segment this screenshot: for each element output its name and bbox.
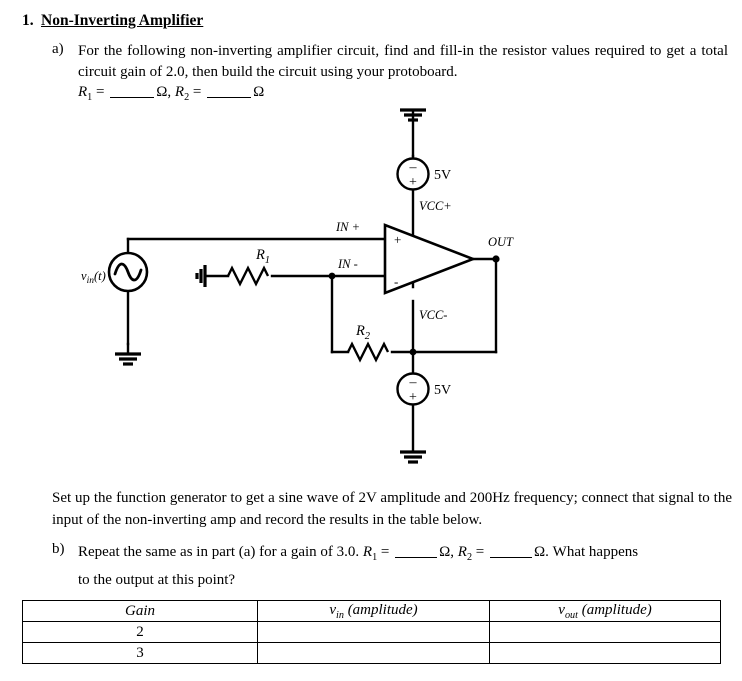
part-a-r1-ohm: Ω <box>156 84 168 100</box>
question-number: 1. <box>22 12 34 29</box>
resistor-r1-symbol <box>226 265 270 287</box>
worksheet-page: 1. Non-Inverting Amplifier a) For the fo… <box>0 0 742 681</box>
part-b-marker: b) <box>52 541 65 557</box>
part-b-r2-ohm: Ω <box>534 544 546 560</box>
vcc-plus-label: VCC+ <box>419 199 452 213</box>
part-a-r1-equals: = <box>92 84 109 100</box>
ground-symbol-r1 <box>195 265 207 287</box>
top-supply-value: 5V <box>434 168 451 183</box>
cell-vout-row1[interactable] <box>489 621 721 643</box>
part-b-text-tail: . What happens <box>545 544 639 560</box>
vin-header-rest: (amplitude) <box>343 601 418 618</box>
column-header-vout: vout (amplitude) <box>489 600 721 622</box>
circuit-diagram: – + 5V – + 5V vin(t) R1 R2 IN + IN - OUT… <box>0 104 742 484</box>
part-a-resistor-blanks: R1 = Ω, R2 = Ω <box>78 84 264 103</box>
part-b-separator: , <box>450 544 458 560</box>
top-supply-minus-sign: – <box>409 160 418 175</box>
ground-symbol-bottom <box>400 450 426 464</box>
part-a-r2-equals: = <box>189 84 206 100</box>
vout-header-rest: (amplitude) <box>577 601 652 618</box>
part-b-r2-equals: = <box>472 544 489 560</box>
part-a-r2-symbol: R <box>174 84 185 100</box>
cell-vin-row1[interactable] <box>257 621 490 643</box>
in-plus-label: IN + <box>335 220 360 234</box>
vout-header-symbol: v <box>558 601 565 618</box>
vout-header-subscript: out <box>564 609 578 621</box>
part-a-instructions: For the following non-inverting amplifie… <box>78 43 728 80</box>
bottom-supply-plus-sign: + <box>409 390 417 405</box>
top-supply-plus-sign: + <box>409 175 417 190</box>
part-a-r2-input-blank[interactable] <box>207 97 252 98</box>
node-dot-inverting-input <box>328 272 336 280</box>
part-a-marker: a) <box>52 41 64 57</box>
column-header-vin: vin (amplitude) <box>257 600 490 622</box>
ground-symbol-vin <box>115 352 141 366</box>
setup-instructions: Set up the function generator to get a s… <box>52 490 732 528</box>
part-a-r2-ohm: Ω <box>253 84 265 100</box>
cell-vout-row2[interactable] <box>489 642 721 664</box>
r2-label: R2 <box>355 323 371 342</box>
voltage-source-vin <box>107 251 149 293</box>
part-b-r1-input-blank[interactable] <box>395 557 438 558</box>
column-header-gain: Gain <box>22 600 258 622</box>
vcc-minus-label: VCC- <box>419 308 447 322</box>
cell-vin-row2[interactable] <box>257 642 490 664</box>
part-b-instructions: Repeat the same as in part (a) for a gai… <box>78 541 732 591</box>
vin-source-label: vin(t) <box>81 269 106 286</box>
table-row: 3 <box>22 642 721 664</box>
page-title: Non-Inverting Amplifier <box>41 12 204 29</box>
opamp-plus-pin-label: + <box>394 232 401 247</box>
out-label: OUT <box>488 235 514 249</box>
part-b-r1-ohm: Ω <box>439 544 451 560</box>
in-minus-label: IN - <box>337 257 358 271</box>
vin-header-subscript: in <box>336 609 344 621</box>
part-b-text-lead: Repeat the same as in part (a) for a gai… <box>78 544 363 560</box>
r1-label: R1 <box>255 247 270 266</box>
part-b-r1-symbol: R <box>362 544 373 560</box>
table-header-row: Gain vin (amplitude) vout (amplitude) <box>22 600 721 622</box>
node-dot-vcc-minus <box>409 348 417 356</box>
cell-gain-row1: 2 <box>22 621 258 643</box>
cell-gain-row2: 3 <box>22 642 258 664</box>
vin-header-symbol: v <box>329 601 336 618</box>
bottom-supply-minus-sign: – <box>409 375 418 390</box>
part-b-r2-symbol: R <box>457 544 467 560</box>
node-dot-output <box>492 255 500 263</box>
bottom-supply-value: 5V <box>434 383 451 398</box>
part-a-r1-symbol: R <box>78 84 88 100</box>
table-row: 2 <box>22 621 721 643</box>
part-a-r1-input-blank[interactable] <box>110 97 155 98</box>
part-b-text-line2: to the output at this point? <box>78 572 236 588</box>
opamp-minus-pin-label: - <box>394 274 398 289</box>
voltage-source-bottom: – + 5V <box>396 372 451 406</box>
results-table: Gain vin (amplitude) vout (amplitude) 2 … <box>22 600 721 664</box>
resistor-r2-symbol <box>346 341 390 363</box>
voltage-source-top: – + 5V <box>396 157 451 191</box>
part-b-r1-equals: = <box>377 544 394 560</box>
part-a-separator: , <box>167 84 175 100</box>
part-b-r2-input-blank[interactable] <box>490 557 533 558</box>
ground-symbol-top <box>400 108 426 122</box>
